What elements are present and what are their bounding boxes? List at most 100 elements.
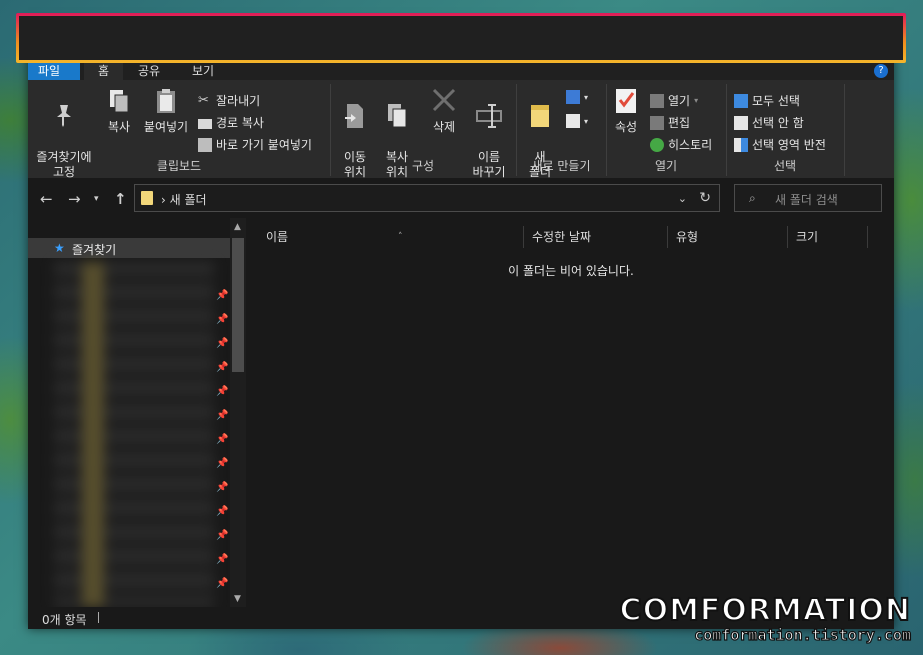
pin-icon[interactable]: 📌 [216, 338, 228, 349]
item-count: 0개 항목 [42, 613, 87, 627]
help-icon[interactable]: ? [874, 64, 888, 78]
back-arrow-icon[interactable]: ← [40, 190, 53, 208]
group-label-select: 선택 [773, 159, 797, 173]
paste-icon [157, 89, 175, 113]
properties-label: 속성 [614, 120, 638, 134]
group-label-new: 새로 만들기 [531, 159, 591, 173]
new-item-button[interactable]: ▾ [566, 90, 588, 104]
copy-path-label: 경로 복사 [216, 116, 264, 130]
column-header-size[interactable]: 크기 [788, 226, 868, 248]
address-bar[interactable]: › 새 폴더 ⌄ ↻ [134, 184, 720, 212]
breadcrumb[interactable]: › 새 폴더 [161, 191, 207, 208]
new-folder-icon [531, 105, 549, 127]
invert-selection-button[interactable]: 선택 영역 반전 [734, 136, 826, 153]
paste-shortcut-icon [198, 137, 212, 152]
tab-share[interactable]: 공유 [124, 62, 174, 80]
search-box[interactable]: ⌕ 새 폴더 검색 [734, 184, 882, 212]
easy-access-button[interactable]: ▾ [566, 114, 588, 128]
tab-home[interactable]: 홈 [84, 62, 124, 80]
pin-icon[interactable]: 📌 [216, 506, 228, 517]
edit-label: 편집 [668, 116, 691, 130]
pin-icon[interactable]: 📌 [216, 554, 228, 565]
new-item-dropdown-icon: ▾ [584, 92, 589, 102]
open-label: 열기 [668, 94, 691, 108]
open-button[interactable]: 열기 ▾ [650, 92, 698, 109]
group-label-open: 열기 [654, 159, 678, 173]
nav-scrollbar[interactable]: ▲ ▼ [230, 218, 246, 607]
select-none-button[interactable]: 선택 안 함 [734, 114, 804, 131]
up-arrow-icon[interactable]: ↑ [114, 190, 127, 208]
scrollbar-thumb[interactable] [232, 238, 244, 372]
watermark-title: COMFORMATION [619, 593, 911, 628]
forward-arrow-icon[interactable]: → [68, 190, 81, 208]
new-item-icon [566, 90, 580, 104]
folder-icon [141, 191, 153, 205]
pin-icon[interactable]: 📌 [216, 530, 228, 541]
group-new: 새 폴더 ▾ ▾ 새로 만들기 [516, 84, 607, 179]
delete-x-icon [432, 88, 456, 112]
address-row: ← → ▾ ↑ › 새 폴더 ⌄ ↻ ⌕ 새 폴더 검색 [28, 178, 894, 218]
ribbon: 즐겨찾기에 고정 복사 붙여넣기 ✂ 잘라내기 경로 복사 바로 가기 붙여넣기 [28, 80, 894, 179]
pin-icon[interactable]: 📌 [216, 434, 228, 445]
column-header-name[interactable]: 이름 ˄ [258, 226, 524, 248]
scroll-down-icon[interactable]: ▼ [234, 594, 241, 604]
tab-view[interactable]: 보기 [178, 62, 228, 80]
properties-icon [616, 89, 636, 113]
pin-icon[interactable]: 📌 [216, 290, 228, 301]
history-button[interactable]: 히스토리 [650, 136, 712, 153]
scissors-icon: ✂ [198, 92, 209, 108]
watermark: COMFORMATION comformation.tistory.com [619, 593, 912, 644]
pin-icon[interactable]: 📌 [216, 482, 228, 493]
sort-ascending-icon: ˄ [398, 232, 403, 242]
nav-item-label: 즐겨찾기 [72, 243, 117, 257]
edit-button[interactable]: 편집 [650, 114, 690, 131]
pin-icon[interactable]: 📌 [216, 578, 228, 589]
properties-button[interactable]: 속성 [610, 86, 642, 135]
watermark-url: comformation.tistory.com [694, 626, 912, 644]
pin-icon [57, 105, 71, 127]
paste-button[interactable]: 붙여넣기 [140, 86, 192, 135]
paste-shortcut-label: 바로 가기 붙여넣기 [216, 138, 312, 152]
nav-item-quick-access[interactable]: ★ 즐겨찾기 [28, 238, 230, 258]
copy-label: 복사 [107, 120, 131, 134]
column-header-date[interactable]: 수정한 날짜 [524, 226, 668, 248]
invert-selection-label: 선택 영역 반전 [752, 138, 826, 152]
pin-icon[interactable]: 📌 [216, 458, 228, 469]
column-header-type[interactable]: 유형 [668, 226, 788, 248]
pin-icon[interactable]: 📌 [216, 386, 228, 397]
open-icon [650, 93, 664, 108]
copy-button[interactable]: 복사 [102, 86, 136, 135]
easy-access-icon [566, 114, 580, 128]
content-pane: 이름 ˄ 수정한 날짜 유형 크기 이 폴더는 비어 있습니다. [248, 218, 894, 607]
select-all-icon [734, 93, 748, 108]
scroll-up-icon[interactable]: ▲ [234, 222, 241, 232]
blurred-folder-list [54, 262, 214, 607]
paste-label: 붙여넣기 [143, 120, 189, 134]
tab-file[interactable]: 파일 [28, 62, 80, 80]
copy-to-icon [388, 104, 407, 128]
search-icon: ⌕ [749, 191, 756, 205]
pin-icon[interactable]: 📌 [216, 314, 228, 325]
group-label-clipboard: 클립보드 [156, 159, 202, 173]
cut-button[interactable]: ✂ 잘라내기 [198, 92, 260, 109]
group-clipboard: 즐겨찾기에 고정 복사 붙여넣기 ✂ 잘라내기 경로 복사 바로 가기 붙여넣기 [28, 84, 331, 179]
file-explorer-window: ✓ ▾ 새 폴더 — ☐ ✕ 파일 홈 공유 보기 ? 즐겨찾기에 고정 복사 [28, 22, 894, 629]
history-icon [650, 137, 664, 152]
cut-label: 잘라내기 [216, 94, 261, 108]
paste-shortcut-button[interactable]: 바로 가기 붙여넣기 [198, 136, 312, 153]
select-none-label: 선택 안 함 [752, 116, 804, 130]
select-all-button[interactable]: 모두 선택 [734, 92, 800, 109]
refresh-icon[interactable]: ↻ [699, 190, 711, 206]
copy-path-button[interactable]: 경로 복사 [198, 114, 264, 131]
star-icon: ★ [54, 241, 65, 255]
delete-button[interactable]: 삭제 [426, 86, 462, 135]
pin-icon[interactable]: 📌 [216, 410, 228, 421]
delete-label: 삭제 [432, 120, 456, 134]
breadcrumb-item[interactable]: 새 폴더 [170, 193, 207, 207]
address-history-chevron-icon[interactable]: ⌄ [678, 192, 687, 205]
easy-access-dropdown-icon: ▾ [584, 116, 589, 126]
recent-locations-chevron-icon[interactable]: ▾ [94, 194, 99, 204]
pin-icon[interactable]: 📌 [216, 362, 228, 373]
highlight-inner-area [19, 16, 903, 60]
navigation-pane: ★ 즐겨찾기 📌 📌 📌 📌 📌 📌 📌 📌 📌 📌 📌 📌 📌 ▲ ▼ [28, 218, 246, 607]
